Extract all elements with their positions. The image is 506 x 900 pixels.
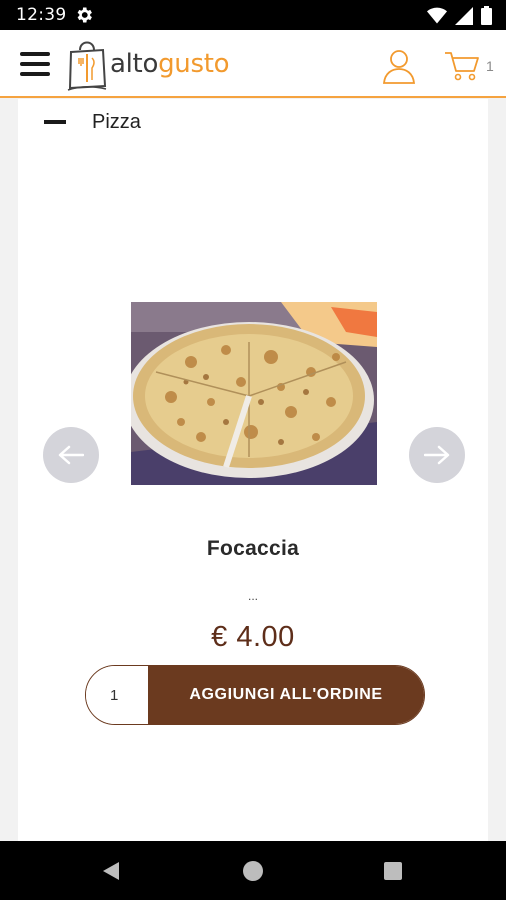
- hamburger-menu-icon[interactable]: [20, 52, 50, 76]
- cart-count-badge: 1: [486, 58, 494, 74]
- product-card: Pizza Focaccia ... € 4.00 1 AGGIUNGI ALL…: [18, 99, 488, 841]
- status-time: 12:39: [16, 5, 67, 25]
- add-to-order-button[interactable]: AGGIUNGI ALL'ORDINE: [148, 666, 424, 724]
- cart-icon[interactable]: [444, 50, 480, 82]
- altogusto-logo[interactable]: altogusto: [66, 36, 230, 92]
- product-name: Focaccia: [206, 537, 300, 560]
- collapse-dash-icon[interactable]: [44, 120, 66, 124]
- product-description: ...: [247, 589, 258, 603]
- recent-square-icon[interactable]: [384, 862, 402, 880]
- status-bar: 12:39: [0, 0, 506, 30]
- product-image: [131, 302, 377, 485]
- focaccia-pizza-photo: [131, 302, 377, 485]
- gear-icon: [77, 7, 92, 23]
- category-label: Pizza: [92, 110, 141, 133]
- order-row: AGGIUNGI ALL'ORDINE: [85, 665, 425, 725]
- home-circle-icon[interactable]: [243, 861, 263, 881]
- carousel-next-button[interactable]: [409, 427, 465, 483]
- signal-icon: [455, 6, 473, 25]
- wifi-icon: [427, 7, 447, 24]
- battery-icon: [481, 6, 492, 25]
- back-triangle-icon[interactable]: [102, 861, 120, 881]
- app-header: altogusto 1: [0, 30, 506, 98]
- arrow-left-icon: [58, 445, 84, 465]
- shopping-bag-logo-icon: [67, 41, 107, 91]
- system-nav-bar: [0, 841, 506, 900]
- logo-text-alto: alto: [110, 49, 159, 79]
- quantity-input[interactable]: [86, 666, 148, 724]
- carousel-prev-button[interactable]: [43, 427, 99, 483]
- category-header-pizza[interactable]: Pizza: [44, 109, 141, 135]
- logo-text-gusto: gusto: [158, 49, 230, 79]
- user-icon[interactable]: [382, 48, 416, 84]
- product-price: € 4.00: [211, 621, 295, 653]
- arrow-right-icon: [424, 445, 450, 465]
